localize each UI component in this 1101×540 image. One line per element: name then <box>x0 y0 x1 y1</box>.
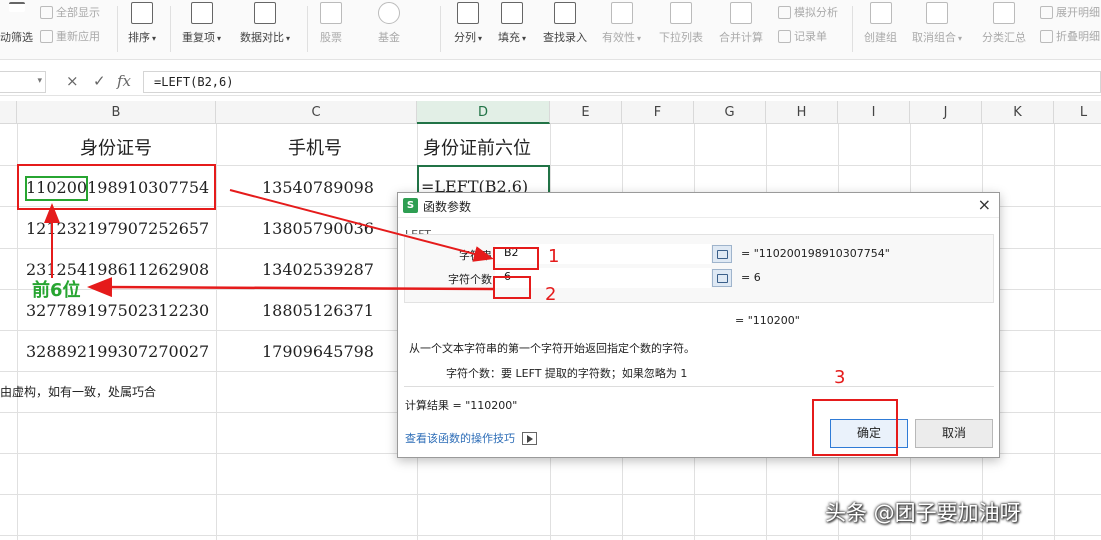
arrow-to-label <box>87 277 494 298</box>
arrow-to-arg1 <box>229 189 494 262</box>
watermark: 头条 @团子要加油呀 <box>825 501 1021 525</box>
annotation-arrows <box>44 189 494 298</box>
spreadsheet-window: 动筛选 全部显示 重新应用 排序 重复项 数据对比 股票 基金 <box>0 0 1101 540</box>
